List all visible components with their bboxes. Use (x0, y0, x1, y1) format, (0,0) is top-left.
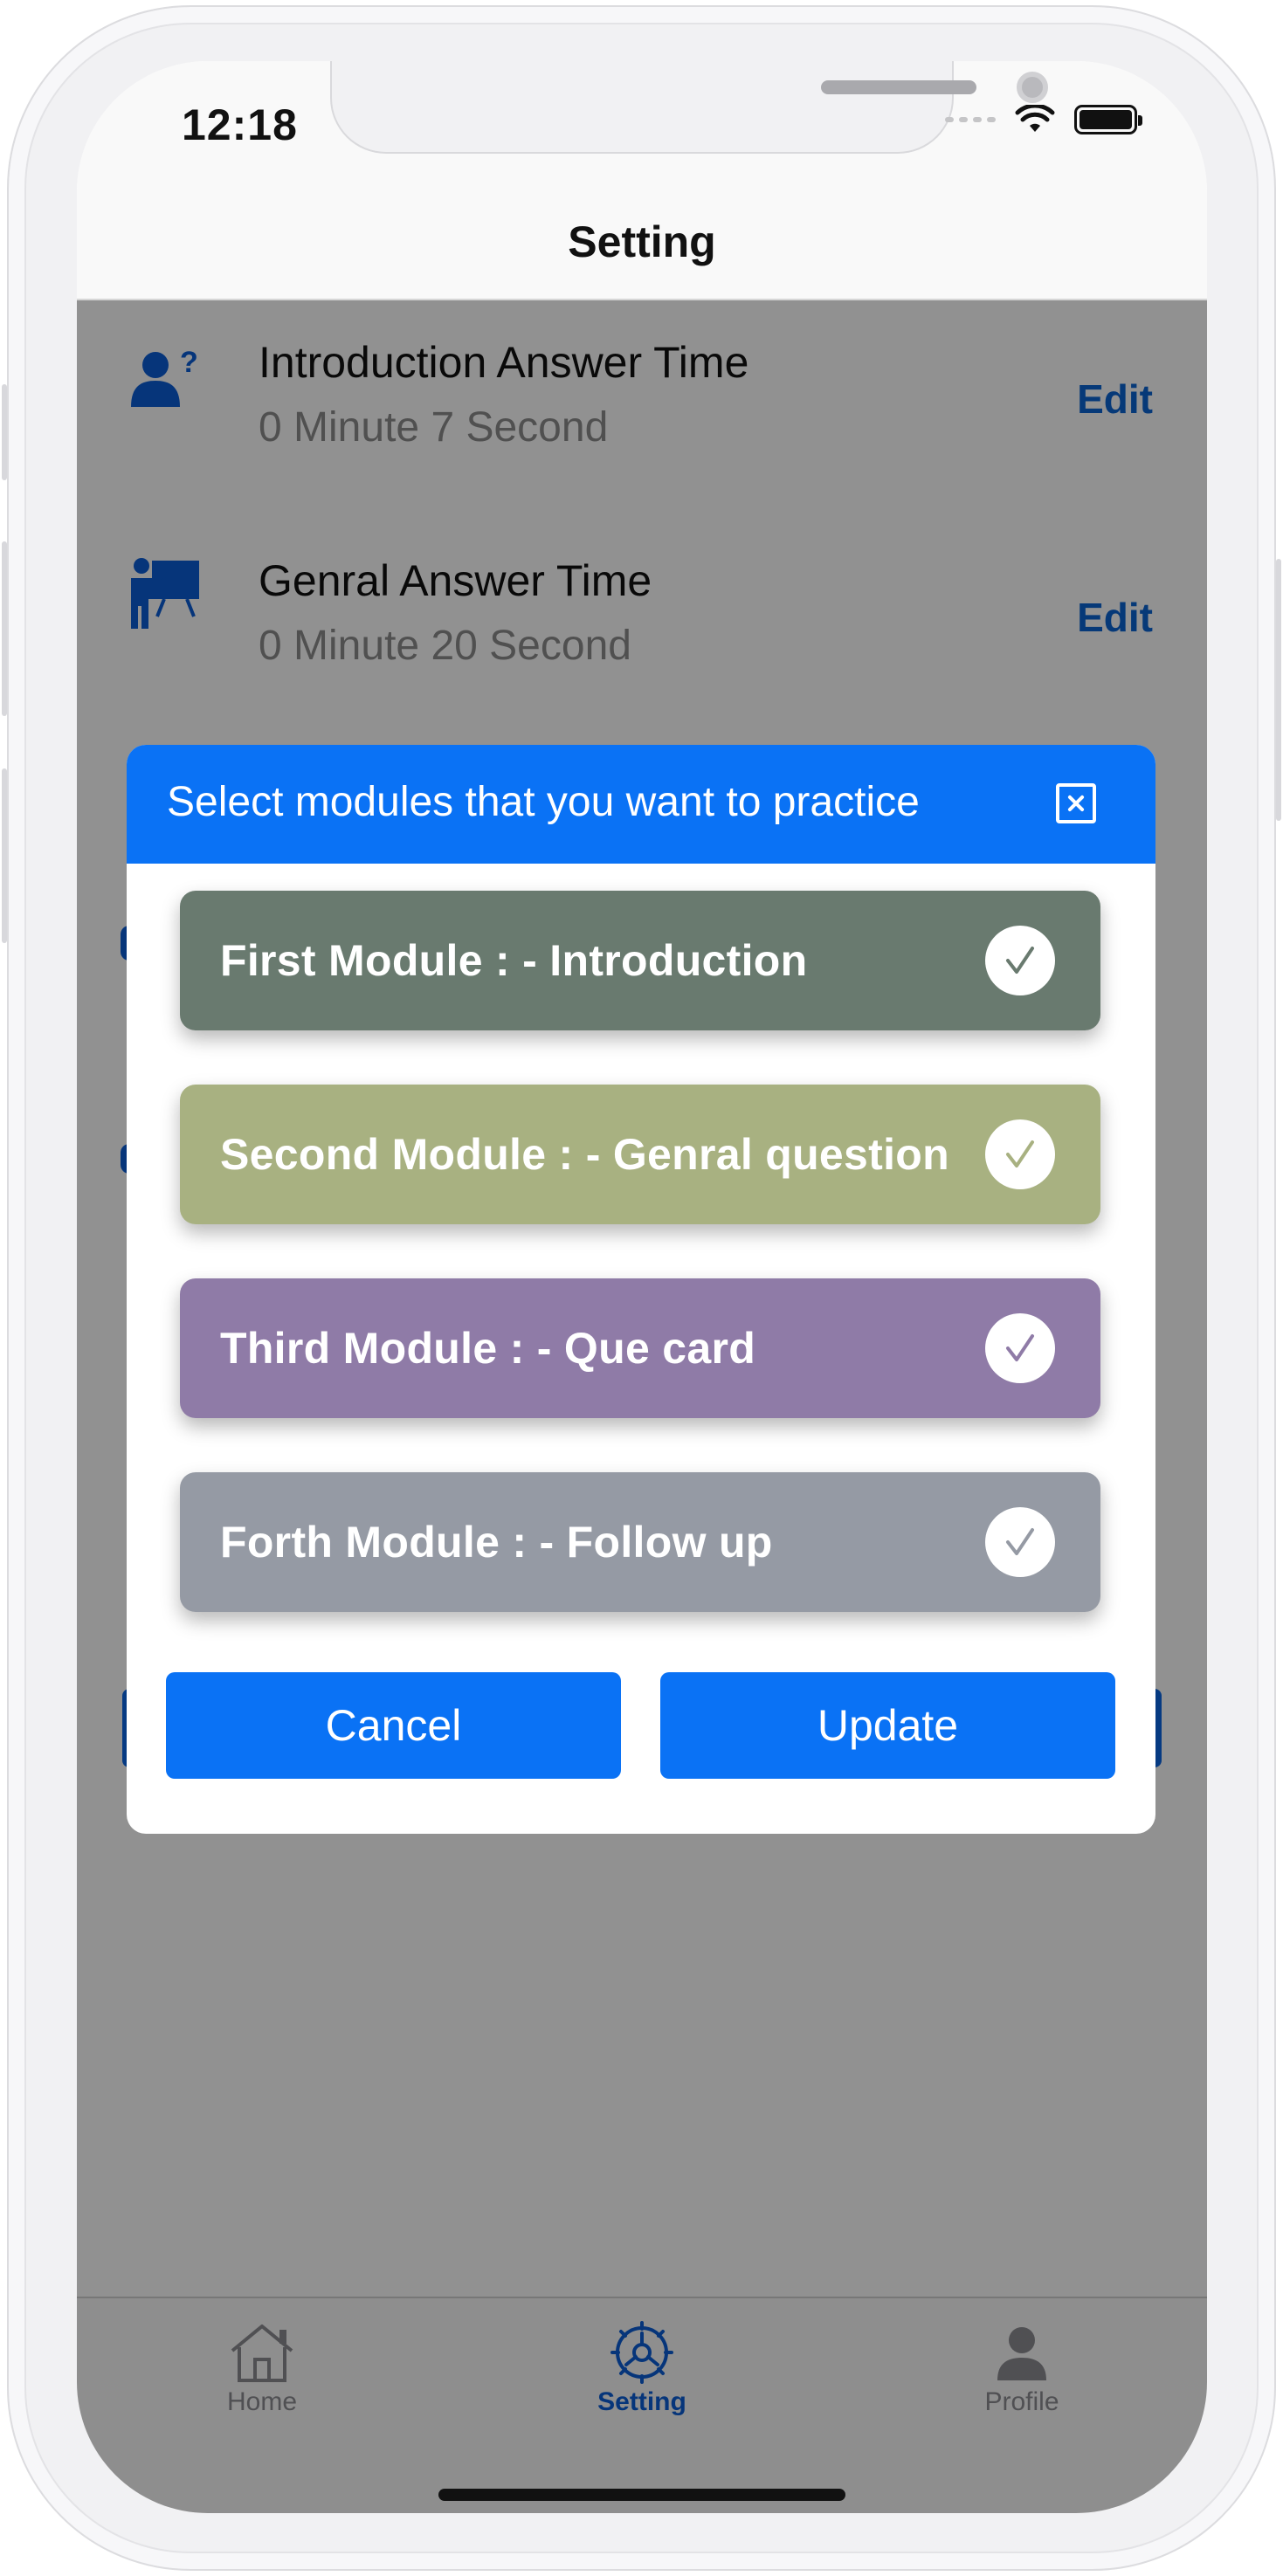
checkmark-icon[interactable] (985, 926, 1055, 995)
dialog-header: Select modules that you want to practice (127, 745, 1155, 864)
device-side-button (2, 384, 7, 480)
signal-dots-icon (945, 117, 996, 122)
page-title: Setting (568, 217, 716, 266)
device-side-button (2, 541, 7, 716)
module-label: Second Module : - Genral question (220, 1130, 949, 1179)
speaker (821, 80, 976, 94)
update-button[interactable]: Update (660, 1672, 1115, 1779)
navigation-bar: Setting (77, 183, 1207, 300)
module-list: First Module : - Introduction Second Mod… (127, 864, 1155, 1641)
device-power-button (1276, 559, 1281, 821)
module-label: Third Module : - Que card (220, 1324, 756, 1373)
module-select-dialog: Select modules that you want to practice… (127, 745, 1155, 1834)
device-side-button (2, 768, 7, 943)
wifi-icon (1015, 105, 1055, 132)
module-card-fourth[interactable]: Forth Module : - Follow up (180, 1472, 1100, 1612)
module-label: First Module : - Introduction (220, 936, 808, 985)
checkmark-icon[interactable] (985, 1313, 1055, 1383)
phone-screen: 12:18 Setting ? Introduction Answer Time… (77, 61, 1207, 2513)
module-card-first[interactable]: First Module : - Introduction (180, 891, 1100, 1030)
module-card-second[interactable]: Second Module : - Genral question (180, 1085, 1100, 1224)
module-card-third[interactable]: Third Module : - Que card (180, 1278, 1100, 1418)
close-icon[interactable] (1056, 783, 1096, 823)
dialog-title: Select modules that you want to practice (167, 779, 920, 825)
status-indicators (945, 105, 1142, 134)
front-camera (1017, 72, 1048, 103)
module-label: Forth Module : - Follow up (220, 1518, 773, 1567)
status-time: 12:18 (182, 100, 298, 149)
checkmark-icon[interactable] (985, 1119, 1055, 1189)
notch (330, 61, 1048, 154)
cancel-button[interactable]: Cancel (166, 1672, 621, 1779)
home-indicator[interactable] (438, 2489, 845, 2501)
checkmark-icon[interactable] (985, 1507, 1055, 1577)
status-bar: 12:18 (77, 61, 1207, 183)
battery-icon (1074, 105, 1142, 134)
